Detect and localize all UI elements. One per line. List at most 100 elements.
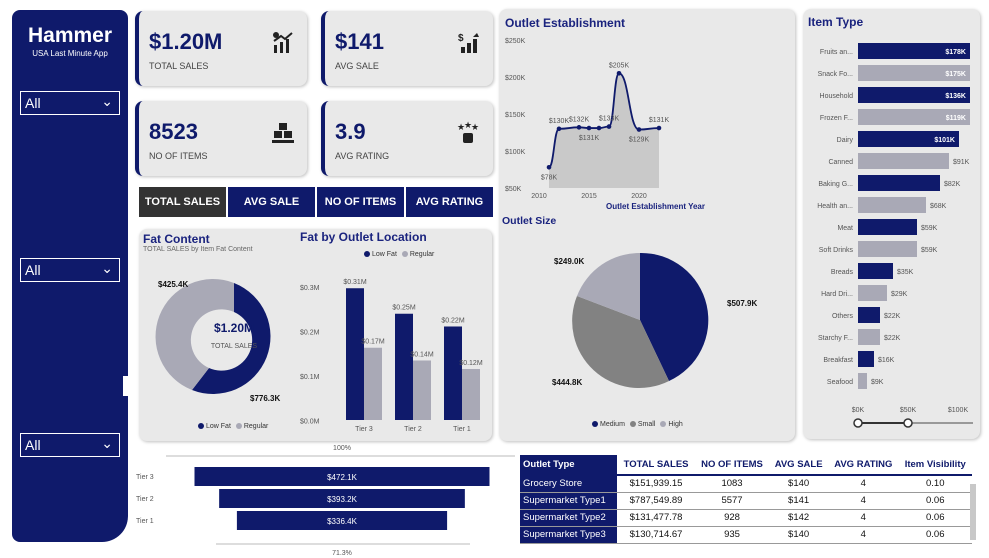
outlet-establishment-chart: $250K $200K $150K $100K $50K 2010 2015 2020 $78K…: [505, 38, 669, 200]
col-header[interactable]: Outlet Type: [520, 455, 618, 476]
bar-regular: [462, 368, 480, 420]
fat-location-legend: Low Fat Regular: [364, 251, 434, 258]
slicer-item-type[interactable]: All ⌄: [20, 433, 120, 457]
slicer-outlet-size[interactable]: All ⌄: [20, 91, 120, 115]
table-cell: $130,714.67: [617, 526, 695, 544]
tab-avg-rating[interactable]: AVG RATING: [406, 187, 493, 217]
legend-swatch: [592, 421, 598, 428]
fat-location-chart: $0.3M $0.2M $0.1M $0.0M $0.31M $0.17M Tier 3 $0…: [300, 279, 483, 433]
funnel-chart: 100% $472.1K Tier 3 $393.2K Tier 2 $336.4K Tie…: [136, 445, 515, 557]
bar-label: $35K: [897, 269, 914, 276]
range-slider-handle-max[interactable]: [903, 418, 913, 428]
dollar-bars-icon: $: [458, 33, 479, 53]
bar-item: [858, 241, 917, 257]
point-label: $132K: [569, 116, 590, 123]
bar-item: [858, 329, 880, 345]
category-label: Others: [832, 313, 854, 320]
table-cell: 1083: [694, 475, 770, 493]
category-label: Soft Drinks: [819, 247, 854, 254]
category-label: Seafood: [827, 379, 853, 386]
donut-center-label: TOTAL SALES: [211, 343, 257, 350]
fat-location-title: Fat by Outlet Location: [300, 230, 427, 244]
pie-label-medium: $507.9K: [727, 299, 758, 308]
category-label: Breakfast: [823, 357, 853, 364]
bar-item: [858, 219, 917, 235]
kpi-no-of-items: 8523 NO OF ITEMS: [135, 101, 307, 176]
x-tick-label: $0K: [852, 407, 865, 414]
category-label: Breads: [831, 269, 854, 276]
table-cell: Supermarket Type2: [520, 509, 618, 527]
funnel-category-label: Tier 2: [136, 496, 154, 503]
x-tick-label: 2015: [581, 193, 597, 200]
pie-label-high: $249.0K: [554, 257, 585, 266]
table-cell: 0.06: [898, 509, 972, 527]
category-label: Meat: [837, 225, 853, 232]
kpi-label: AVG RATING: [335, 151, 390, 161]
category-label: Starchy F...: [818, 335, 853, 342]
col-header[interactable]: AVG SALE: [769, 455, 829, 476]
bar-label-low-fat: $0.31M: [343, 279, 367, 286]
bar-label-regular: $0.12M: [459, 360, 483, 367]
table-cell: $140: [769, 475, 829, 493]
bar-item: [858, 197, 926, 213]
table-cell: 4: [828, 475, 899, 493]
y-tick-label: $100K: [505, 149, 526, 156]
legend-swatch: [401, 251, 408, 258]
svg-text:$: $: [458, 33, 464, 44]
slicer-value: All: [25, 437, 41, 453]
table-cell: Supermarket Type1: [520, 492, 618, 510]
y-tick-label: $200K: [505, 75, 526, 82]
slicer-outlet-location[interactable]: All ⌄: [20, 258, 120, 282]
col-header[interactable]: NO OF ITEMS: [694, 455, 770, 476]
bar-label: $101K: [934, 137, 955, 144]
category-label: Hard Dri...: [821, 291, 853, 298]
legend-swatch: [198, 423, 204, 430]
y-tick-label: $0.0M: [300, 419, 320, 426]
chevron-down-icon: ⌄: [101, 435, 113, 451]
legend-small: Small: [637, 421, 656, 428]
table-cell: Supermarket Type3: [520, 526, 618, 544]
category-label: Snack Fo...: [818, 71, 853, 78]
col-header[interactable]: Item Visibility: [898, 455, 972, 476]
tab-no-of-items[interactable]: NO OF ITEMS: [317, 187, 404, 217]
y-tick-label: $0.3M: [300, 285, 320, 292]
bar-item: [858, 351, 874, 367]
bar-label: $9K: [871, 379, 884, 386]
fat-content-title: Fat Content: [143, 232, 210, 246]
data-point: [656, 125, 662, 131]
funnel-bar-label: $393.2K: [327, 495, 357, 504]
bar-label: $178K: [945, 49, 966, 56]
table-cell: 0.06: [898, 492, 972, 510]
bar-item: [858, 307, 880, 323]
tab-avg-sale[interactable]: AVG SALE: [228, 187, 315, 217]
data-point: [606, 124, 612, 129]
kpi-label: NO OF ITEMS: [149, 151, 208, 161]
table-row: Supermarket Type3 $130,714.67 935 $140 4…: [520, 526, 972, 544]
col-header[interactable]: AVG RATING: [828, 455, 899, 476]
kpi-value: 3.9: [335, 119, 366, 144]
range-slider-handle-min[interactable]: [853, 418, 863, 428]
col-header[interactable]: TOTAL SALES: [617, 455, 695, 476]
boxes-icon: [272, 123, 294, 143]
brand-subtitle: USA Last Minute App: [32, 49, 108, 58]
legend-regular: Regular: [409, 251, 435, 258]
funnel-category-label: Tier 1: [136, 518, 154, 525]
category-label: Health an...: [817, 203, 853, 210]
bar-label: $119K: [946, 115, 966, 122]
slicer-value: All: [25, 262, 41, 278]
legend-swatch: [364, 251, 370, 258]
sidebar: Hammer USA Last Minute App All ⌄ All ⌄ A…: [12, 10, 128, 542]
stars-hand-icon: ★★★: [457, 121, 479, 143]
data-point: [546, 164, 552, 170]
x-tick-label: Tier 2: [404, 426, 422, 433]
funnel-top-label: 100%: [333, 445, 351, 452]
table-scrollbar[interactable]: [970, 484, 976, 540]
donut-label-low-fat: $776.3K: [250, 394, 281, 403]
chevron-down-icon: ⌄: [101, 93, 113, 109]
tab-total-sales[interactable]: TOTAL SALES: [139, 187, 226, 217]
point-label: $129K: [629, 137, 650, 144]
x-tick-label: Tier 3: [355, 426, 373, 433]
bar-label: $59K: [921, 247, 938, 254]
panel-resize-handle[interactable]: [123, 376, 131, 396]
funnel-bar-label: $472.1K: [327, 473, 357, 482]
